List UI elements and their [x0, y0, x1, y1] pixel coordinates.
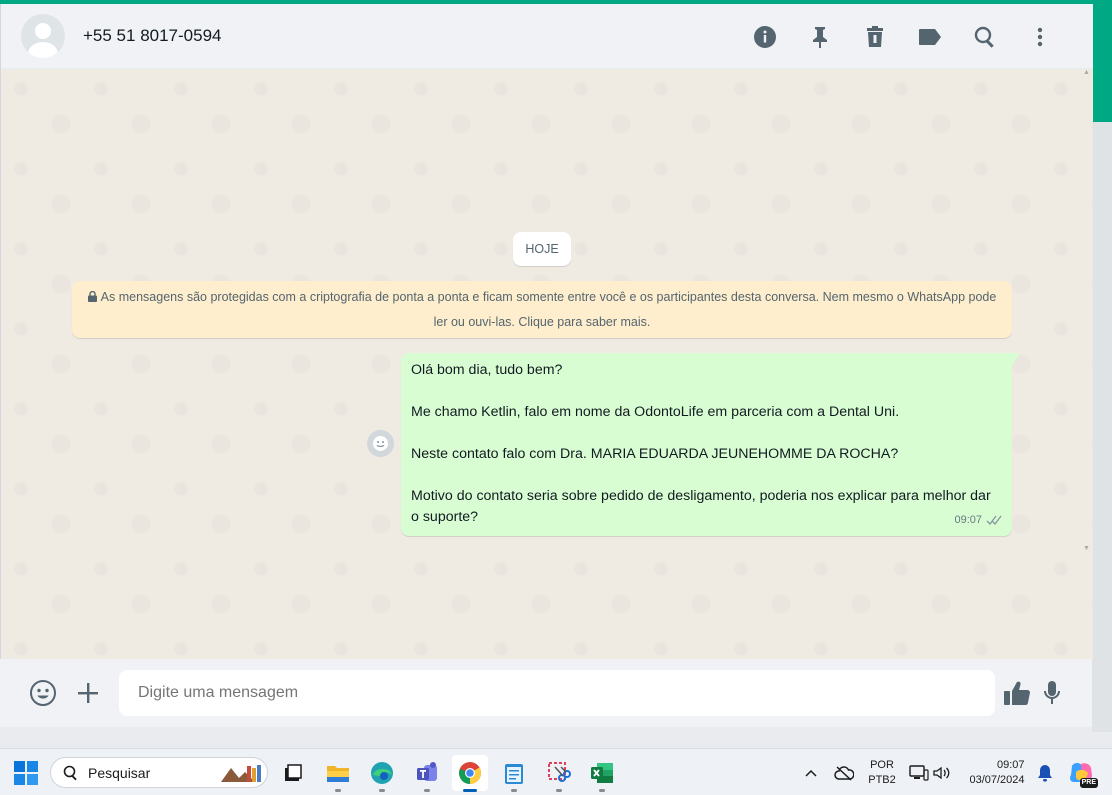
emoji-react-icon	[373, 436, 388, 451]
snipping-tool-icon[interactable]	[541, 755, 577, 792]
task-view-icon[interactable]	[275, 755, 311, 791]
message-line: Olá bom dia, tudo bem?	[411, 362, 563, 378]
windows-logo-icon	[14, 760, 38, 785]
file-explorer-icon[interactable]	[320, 755, 356, 792]
menu-icon[interactable]	[1012, 17, 1067, 57]
scroll-down-arrow[interactable]: ▼	[1083, 545, 1090, 552]
thumbs-up-icon[interactable]	[997, 659, 1037, 727]
notepad-icon[interactable]	[496, 755, 532, 792]
search-highlight-icon	[221, 764, 261, 782]
chat-header: +55 51 8017-0594	[1, 4, 1093, 69]
excel-icon[interactable]	[584, 755, 620, 792]
message-input[interactable]	[119, 670, 995, 716]
pre-badge: PRE	[1079, 777, 1098, 788]
emoji-icon[interactable]	[23, 659, 63, 727]
search-label: Pesquisar	[88, 764, 151, 781]
message-time: 09:07	[954, 514, 982, 526]
clock-date: 03/07/2024	[969, 773, 1025, 786]
avatar-body	[28, 42, 58, 58]
message-line: Neste contato falo com Dra. MARIA EDUARD…	[411, 446, 899, 462]
notification-bell-icon[interactable]	[1034, 749, 1056, 795]
background-accent	[1092, 4, 1112, 122]
taskbar-search[interactable]: Pesquisar	[50, 757, 268, 788]
windows-taskbar: Pesquisar POR PTB2 09:07 03/07/2024 PRE	[0, 748, 1112, 795]
date-chip: HOJE	[513, 232, 571, 266]
microphone-icon[interactable]	[1032, 659, 1072, 727]
contact-name[interactable]: +55 51 8017-0594	[83, 26, 222, 46]
clock[interactable]: 09:07 03/07/2024	[962, 749, 1032, 795]
keyboard-layout: PTB2	[868, 773, 896, 786]
chrome-icon[interactable]	[452, 754, 488, 792]
info-icon[interactable]	[737, 17, 792, 57]
search-icon[interactable]	[957, 17, 1012, 57]
teams-icon[interactable]	[409, 755, 445, 792]
encryption-notice[interactable]: As mensagens são protegidas com a cripto…	[72, 281, 1012, 338]
show-hidden-icons[interactable]	[800, 749, 822, 795]
pin-icon[interactable]	[792, 17, 847, 57]
reaction-button[interactable]	[367, 430, 394, 457]
encryption-notice-text: As mensagens são protegidas com a cripto…	[100, 290, 997, 329]
scroll-up-arrow[interactable]: ▲	[1083, 69, 1090, 76]
clock-time: 09:07	[997, 758, 1025, 771]
chevron-up-icon	[805, 769, 817, 777]
avatar[interactable]	[21, 14, 65, 58]
start-button[interactable]	[10, 749, 42, 795]
delete-icon[interactable]	[847, 17, 902, 57]
language-code: POR	[870, 758, 894, 771]
header-actions	[737, 4, 1067, 69]
attach-plus-icon[interactable]	[68, 659, 108, 727]
copilot-icon[interactable]: PRE	[1064, 749, 1098, 795]
background-side	[1092, 122, 1112, 732]
message-meta: 09:07	[954, 510, 1002, 531]
network-icon[interactable]	[908, 749, 930, 795]
onedrive-paused-icon[interactable]	[832, 749, 856, 795]
search-icon	[63, 765, 77, 780]
outgoing-message[interactable]: Olá bom dia, tudo bem? Me chamo Ketlin, …	[401, 353, 1020, 536]
input-language[interactable]: POR PTB2	[864, 749, 900, 795]
composer	[0, 659, 1092, 727]
message-tail	[1012, 353, 1020, 366]
message-line: Me chamo Ketlin, falo em nome da OdontoL…	[411, 404, 900, 420]
edge-browser-icon[interactable]	[364, 755, 400, 792]
lock-icon	[87, 286, 97, 310]
double-check-icon	[986, 515, 1002, 525]
message-line: Motivo do contato seria sobre pedido de …	[411, 488, 991, 525]
label-icon[interactable]	[902, 17, 957, 57]
volume-icon[interactable]	[932, 749, 952, 795]
avatar-head	[35, 23, 51, 39]
